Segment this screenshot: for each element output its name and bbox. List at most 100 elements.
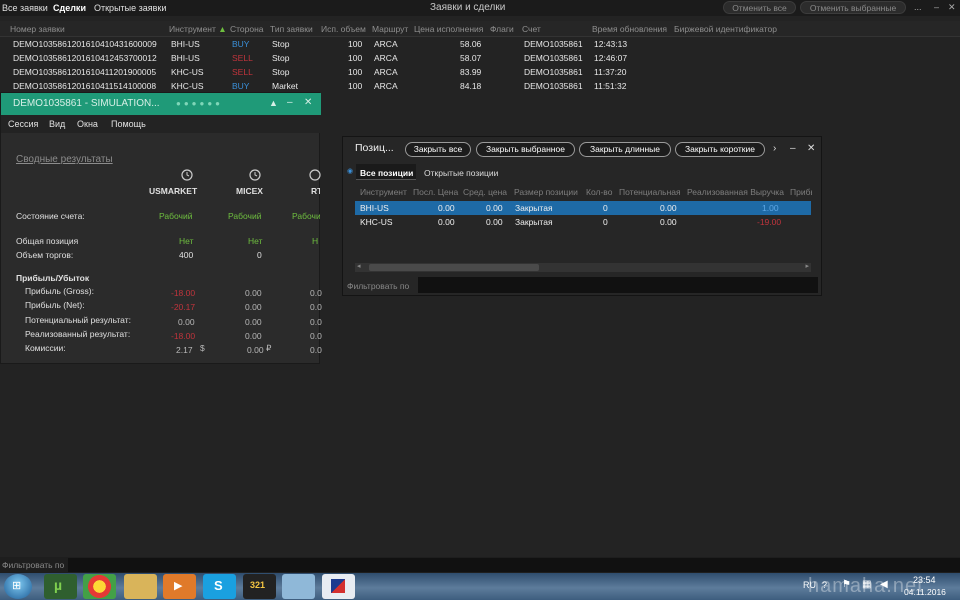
tab-trades[interactable]: Сделки [53,3,86,13]
positions-filter-input[interactable] [418,277,818,293]
minimize-icon[interactable]: – [934,2,939,12]
close-icon[interactable]: ✕ [948,2,956,13]
window-title: Заявки и сделки [430,2,506,13]
tab-open-positions[interactable]: Открытые позиции [424,168,498,178]
utorrent-icon[interactable]: µ [44,574,77,599]
positions-window: Позиц... Закрыть все Закрыть выбранное З… [342,136,822,296]
video-editor-icon[interactable]: 321 [243,574,276,599]
media-player-icon[interactable]: ▶ [163,574,196,599]
chevron-right-icon[interactable]: › [773,143,776,154]
total-position-micex: Нет [248,236,263,246]
horizontal-scrollbar[interactable]: ◂ ▸ [355,263,811,272]
table-row[interactable]: BHI-US 0.00 0.00 Закрытая 0 0.00 1.00 [355,201,811,215]
collapse-icon[interactable]: ▲ [269,98,278,108]
cancel-all-button[interactable]: Отменить все [723,1,796,14]
tab-open-orders[interactable]: Открытые заявки [94,3,166,13]
col-exec-volume[interactable]: Исп. объем [321,24,366,34]
total-position-rt: Н [312,236,319,246]
minimize-icon[interactable]: – [790,143,796,154]
menu-windows[interactable]: Окна [77,119,98,129]
col-account[interactable]: Счет [522,24,541,34]
table-row[interactable]: KHC-US 0.00 0.00 Закрытая 0 0.00 -19.00 [355,215,811,229]
chrome-icon[interactable] [83,574,116,599]
col-position-size[interactable]: Размер позиции [514,187,578,197]
gross-profit-label: Прибыль (Gross): [25,286,95,296]
col-side[interactable]: Сторона [230,24,264,34]
col-instrument[interactable]: Инструмент [360,187,407,197]
scrollbar-thumb[interactable] [369,264,539,271]
trading-app-icon[interactable] [322,574,355,599]
menu-session[interactable]: Сессия [8,119,38,129]
realized-result-micex: 0.00 [245,331,262,341]
position-size: Закрытая [515,217,553,227]
taskbar: ⊞ µ ▶ S 321 RU ? ⚑ ▦ ◀ 23:54 04.11.2016 … [0,573,960,600]
col-quantity[interactable]: Кол-во [586,187,612,197]
price: 58.06 [460,39,482,49]
close-long-button[interactable]: Закрыть длинные [579,142,671,157]
notes-icon[interactable] [282,574,315,599]
col-route[interactable]: Маршрут [372,24,408,34]
col-potential[interactable]: Потенциальная [619,187,681,197]
clock-icon [181,169,193,181]
col-last-price[interactable]: Посл. Цена [413,187,458,197]
price: 83.99 [460,67,482,77]
close-icon[interactable]: ✕ [304,97,312,108]
tab-all-positions-label: Все позиции [360,168,414,178]
cancel-selected-button[interactable]: Отменить выбранные [800,1,906,14]
close-selected-button[interactable]: Закрыть выбранное [476,142,575,157]
table-row[interactable]: DEMO1035861201610411514100008 KHC-US BUY… [0,79,700,93]
menu-help[interactable]: Помощь [111,119,146,129]
side: SELL [232,53,253,63]
quantity: 0 [603,217,608,227]
explorer-icon[interactable] [124,574,157,599]
start-button-icon[interactable]: ⊞ [4,574,32,599]
table-row[interactable]: DEMO1035861201610412453700012 BHI-US SEL… [0,51,700,65]
bottom-filter-input[interactable] [68,558,960,572]
simulation-window-title: DEMO1035861 - SIMULATION... [13,98,160,109]
col-exec-price[interactable]: Цена исполнения [414,24,483,34]
order-type: Market [272,81,298,91]
realized-revenue: 1.00 [762,203,779,213]
col-order-id[interactable]: Номер заявки [10,24,65,34]
potential: 0.00 [660,217,677,227]
volume: 100 [348,81,363,91]
commissions-label: Комиссии: [25,343,66,353]
account-state-rt: Рабочий [292,211,320,221]
simulation-window-titlebar[interactable]: DEMO1035861 - SIMULATION... ●●●●●● ▲ – ✕ [1,93,321,115]
close-short-button[interactable]: Закрыть короткие [675,142,765,157]
col-flags[interactable]: Флаги [490,24,514,34]
col-profit[interactable]: Прибы [790,187,812,197]
clock-icon [249,169,261,181]
close-all-button[interactable]: Закрыть все [405,142,471,157]
bottom-filter-bar: Фильтровать по [0,557,960,573]
potential-result-usmarket: 0.00 [178,317,195,327]
scroll-left-icon[interactable]: ◂ [357,262,361,270]
more-button[interactable]: ... [914,2,922,12]
gross-profit-usmarket: -18.00 [171,288,196,298]
tab-all-positions[interactable]: Все позиции [356,164,416,180]
col-exchange-id[interactable]: Биржевой идентификатор [674,24,777,34]
skype-icon[interactable]: S [203,574,236,599]
volume-micex: 0 [257,250,262,260]
col-realized-revenue[interactable]: Реализованная Выручка [687,187,784,197]
order-id: DEMO1035861201610411514100008 [13,81,157,91]
price: 84.18 [460,81,482,91]
col-avg-price[interactable]: Сред. цена [463,187,507,197]
scroll-right-icon[interactable]: ▸ [805,262,809,270]
menu-view[interactable]: Вид [49,119,65,129]
table-row[interactable]: DEMO1035861201610410431600009 BHI-US BUY… [0,37,700,51]
col-instrument[interactable]: Инструмент ▲ [169,24,227,34]
close-icon[interactable]: ✕ [807,143,815,154]
market-usmarket: USMARKET [149,186,198,196]
account-state-usmarket: Рабочий [159,211,193,221]
col-update-time[interactable]: Время обновления [592,24,667,34]
col-instrument-label: Инструмент [169,24,216,34]
col-order-type[interactable]: Тип заявки [270,24,313,34]
volume: 100 [348,67,363,77]
table-row[interactable]: DEMO1035861201610411201900005 KHC-US SEL… [0,65,700,79]
side: BUY [232,39,250,49]
minimize-icon[interactable]: – [287,97,293,108]
summary-results-link[interactable]: Сводные результаты [16,154,113,165]
tab-all-orders[interactable]: Все заявки [2,3,48,13]
simulation-window: DEMO1035861 - SIMULATION... ●●●●●● ▲ – ✕… [0,92,322,364]
